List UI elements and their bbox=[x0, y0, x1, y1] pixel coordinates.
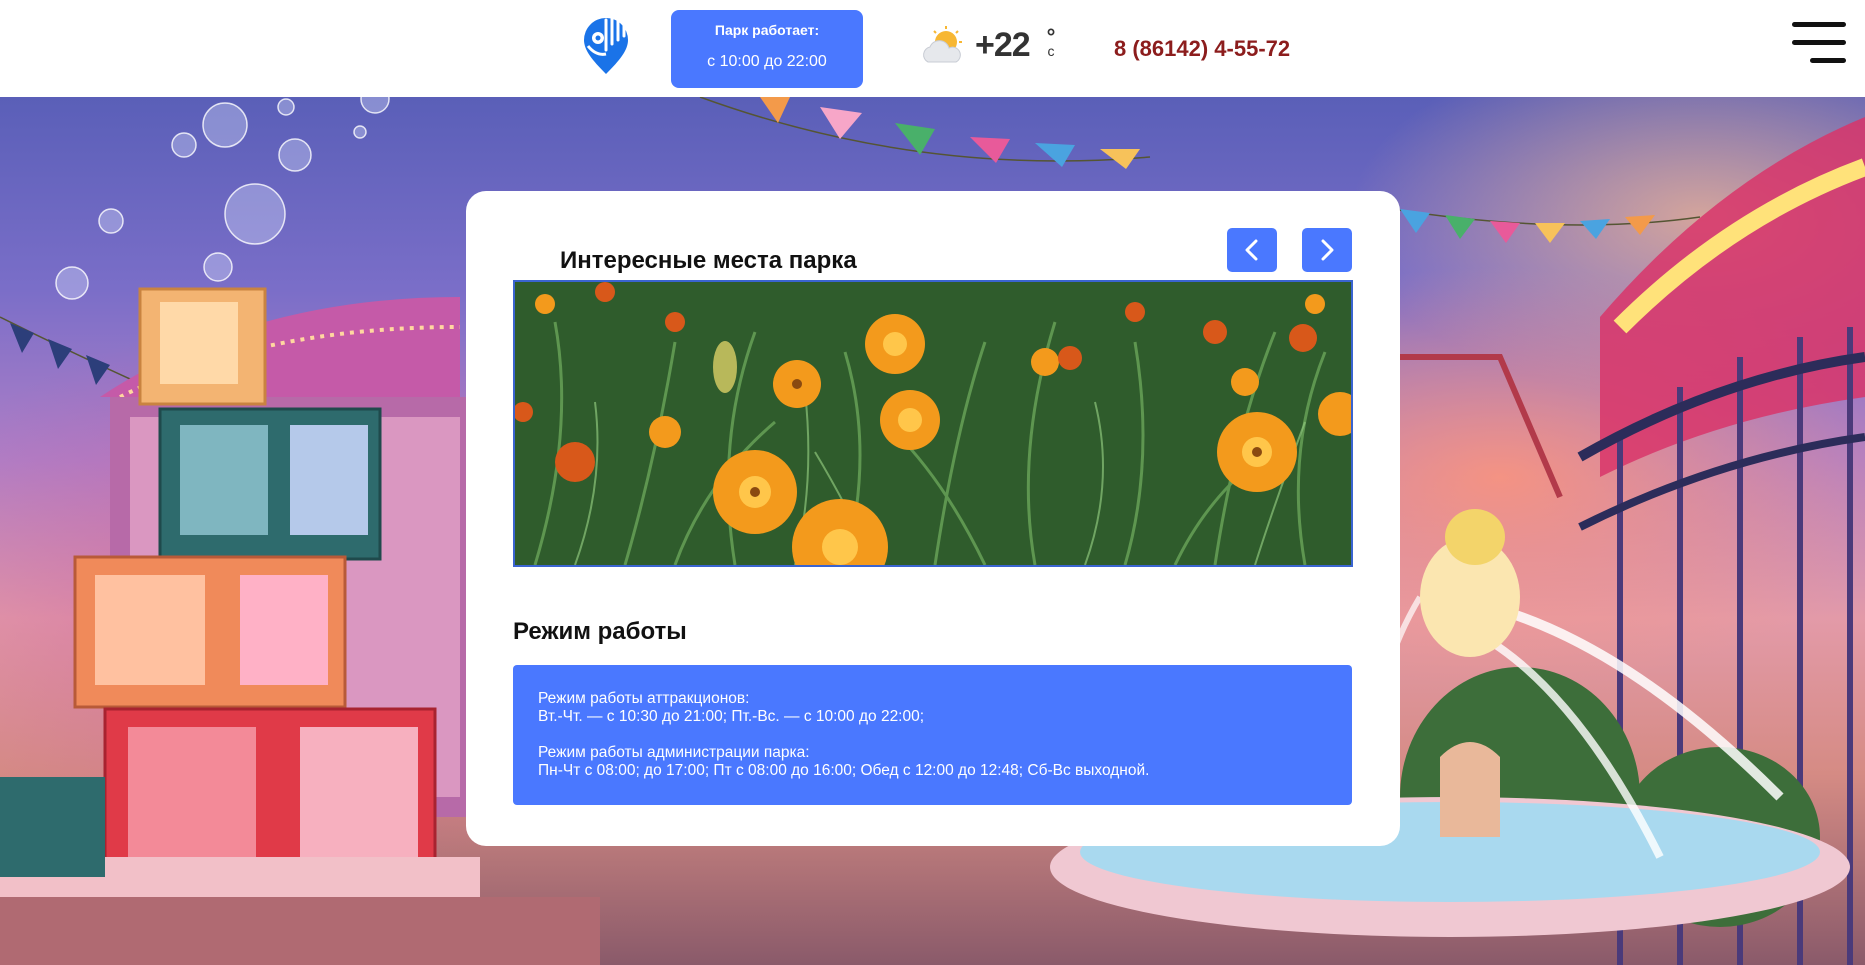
phone-link[interactable]: 8 (86142) 4-55-72 bbox=[1114, 36, 1290, 62]
park-hours-badge: Парк работает: с 10:00 до 22:00 bbox=[671, 10, 863, 88]
gallery-prev-button[interactable] bbox=[1227, 228, 1277, 272]
temperature-value: +22 bbox=[975, 26, 1031, 64]
content-card: Интересные места парка Режим работы Режи… bbox=[466, 191, 1400, 846]
partly-cloudy-icon bbox=[920, 26, 966, 68]
attractions-hours-heading: Режим работы аттракционов: bbox=[538, 690, 750, 707]
chevron-right-icon bbox=[1321, 239, 1334, 261]
admin-hours-text: Пн-Чт с 08:00; до 17:00; Пт с 08:00 до 1… bbox=[538, 762, 1150, 779]
temperature-unit: ° c bbox=[1044, 24, 1058, 59]
admin-hours-heading: Режим работы администрации парка: bbox=[538, 744, 810, 761]
gallery-image-marigolds[interactable] bbox=[513, 280, 1353, 567]
temperature-degree: ° bbox=[1046, 24, 1056, 49]
schedule-title: Режим работы bbox=[513, 618, 687, 645]
gallery-title: Интересные места парка bbox=[560, 247, 857, 274]
park-logo-icon[interactable] bbox=[578, 16, 634, 76]
schedule-info-box: Режим работы аттракционов: Вт.-Чт. — с 1… bbox=[513, 665, 1352, 805]
attractions-hours-text: Вт.-Чт. — с 10:30 до 21:00; Пт.-Вс. — с … bbox=[538, 708, 925, 725]
chevron-left-icon bbox=[1245, 239, 1258, 261]
park-hours-title: Парк работает: bbox=[714, 22, 820, 38]
hamburger-menu-icon[interactable] bbox=[1792, 20, 1846, 66]
park-hours-value: с 10:00 до 22:00 bbox=[707, 53, 827, 70]
site-header: Парк работает: с 10:00 до 22:00 +22 ° c … bbox=[0, 0, 1865, 97]
gallery-next-button[interactable] bbox=[1302, 228, 1352, 272]
